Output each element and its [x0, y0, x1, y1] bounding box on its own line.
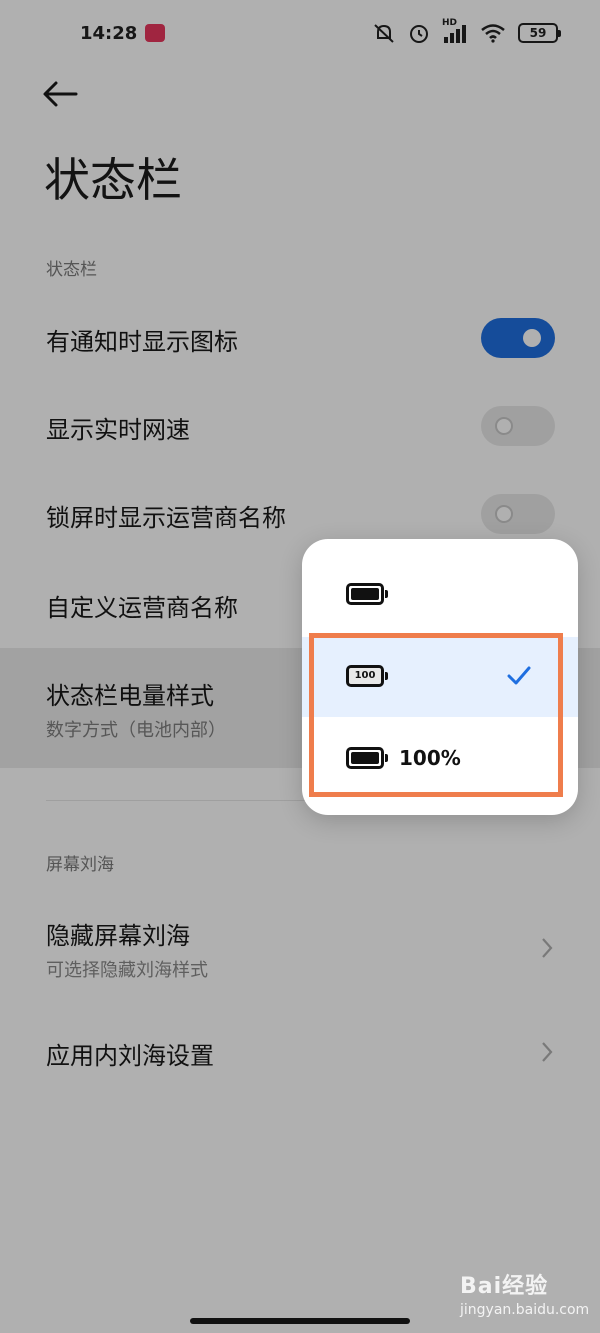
watermark-url: jingyan.baidu.com	[460, 1302, 590, 1318]
annotation-highlight-box	[309, 633, 563, 797]
battery-style-option-icon-only[interactable]	[302, 555, 578, 635]
watermark-brand: Bai经验	[460, 1274, 549, 1299]
home-indicator[interactable]	[190, 1318, 410, 1324]
baidu-watermark: Bai经验 jingyan.baidu.com	[460, 1268, 589, 1318]
battery-full-icon	[346, 583, 388, 605]
